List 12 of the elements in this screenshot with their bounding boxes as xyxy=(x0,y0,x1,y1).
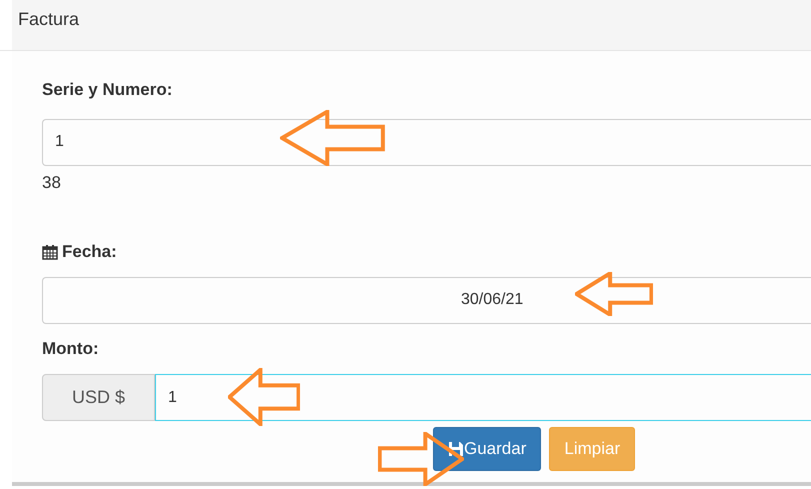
helper-text: 38 xyxy=(42,172,62,194)
input-field[interactable]: 1 xyxy=(42,118,811,166)
save-button[interactable]: Guardar xyxy=(433,427,542,471)
date-field[interactable]: 30/06/21 xyxy=(42,276,811,324)
annotation-arrow xyxy=(228,368,300,426)
calendar-icon xyxy=(42,244,58,260)
panel-title: Factura xyxy=(18,9,80,29)
field-label: Monto: xyxy=(42,338,100,360)
currency-addon: USD $ xyxy=(42,374,155,421)
amount-field[interactable]: 1 xyxy=(155,374,811,421)
field-label: Serie y Numero: xyxy=(42,79,174,101)
field-label: Fecha: xyxy=(62,241,117,263)
